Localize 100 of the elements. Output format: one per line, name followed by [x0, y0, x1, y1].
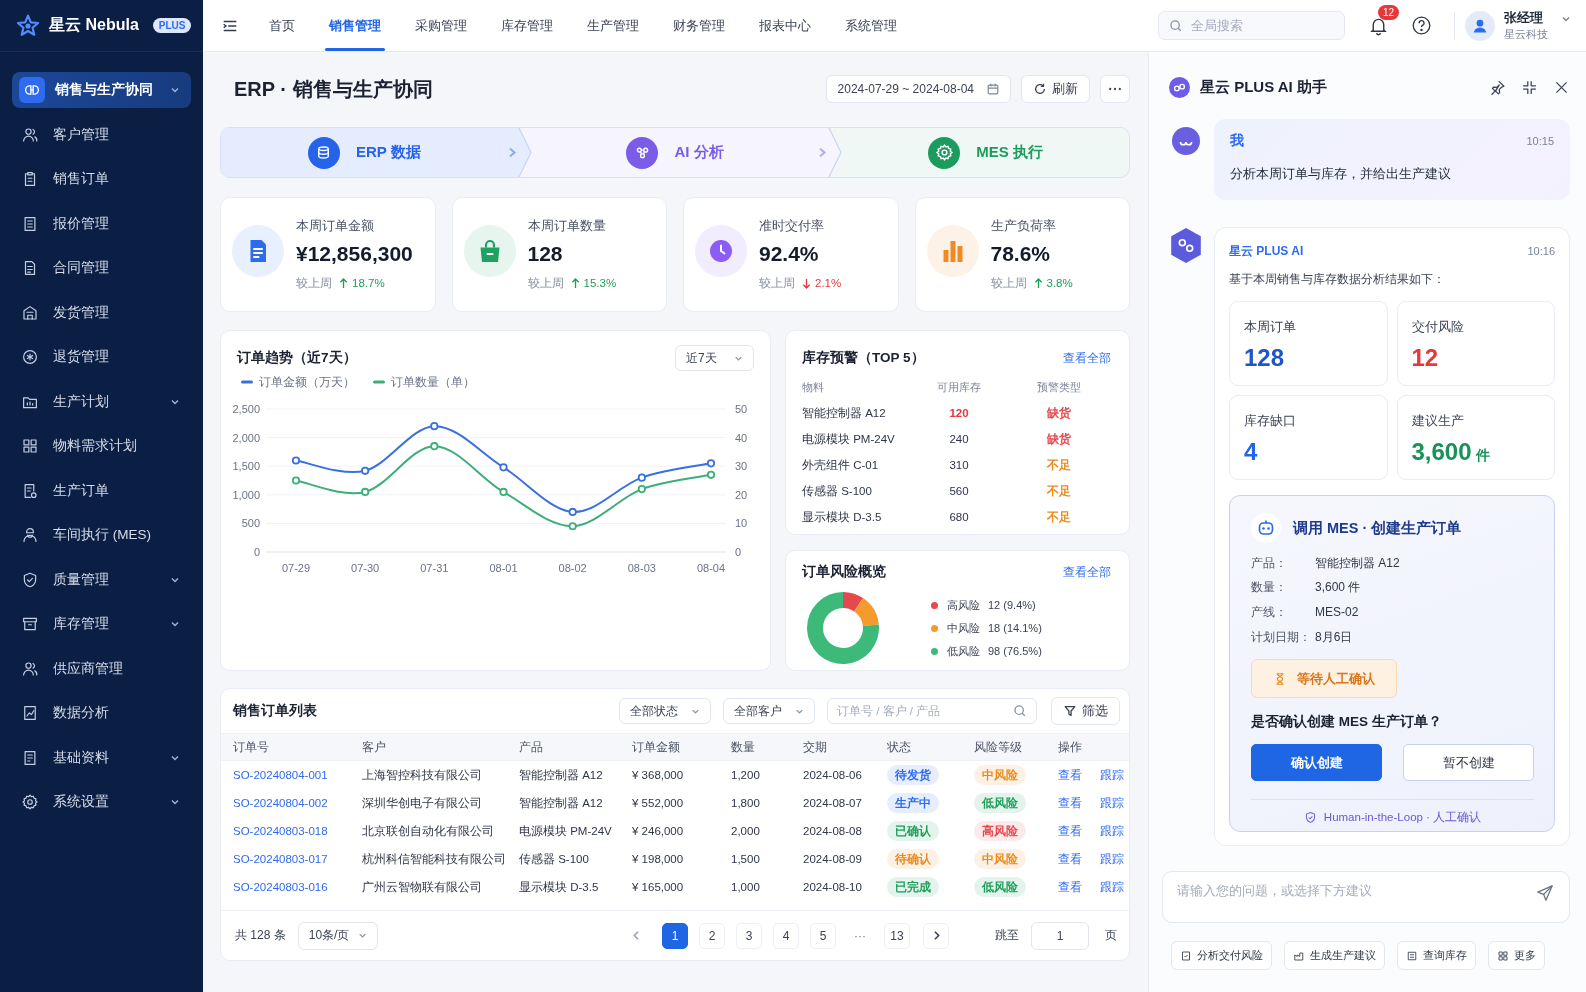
- order-link[interactable]: SO-20240803-016: [233, 881, 362, 893]
- sidebar-item[interactable]: 生产计划: [12, 383, 191, 420]
- sidebar-item[interactable]: 基础资料: [12, 739, 191, 776]
- order-link[interactable]: SO-20240804-002: [233, 797, 362, 809]
- axis-label: 08-03: [627, 562, 656, 574]
- card-title: 订单风险概览: [802, 563, 886, 581]
- stat-label: 本周订单: [1244, 318, 1297, 336]
- nav-tab[interactable]: 财务管理: [656, 0, 742, 51]
- table-cell-text: 2024-08-08: [803, 825, 863, 837]
- table-cell: 240: [949, 433, 969, 445]
- search-field[interactable]: 全局搜索: [1158, 11, 1345, 40]
- column-header: 可用库存: [936, 379, 982, 395]
- view-all-link[interactable]: 查看全部: [1063, 349, 1111, 367]
- action-link[interactable]: 查看: [1058, 879, 1082, 895]
- column-header: 交期: [803, 739, 828, 755]
- sidebar-item[interactable]: 车间执行 (MES): [12, 517, 191, 553]
- data-point: [499, 463, 508, 472]
- nav-tab[interactable]: 首页: [252, 0, 312, 51]
- factory-icon: [1293, 949, 1305, 962]
- sidebar-item[interactable]: 退货管理: [12, 339, 191, 375]
- suggestion-chip[interactable]: 查询库存: [1397, 941, 1476, 970]
- suggestion-chip[interactable]: 分析交付风险: [1171, 941, 1272, 970]
- suggestion-chip[interactable]: 生成生产建议: [1284, 941, 1385, 970]
- sidebar-item[interactable]: 客户管理: [12, 116, 191, 153]
- page-button[interactable]: 13: [884, 922, 910, 949]
- refresh-button[interactable]: 刷新: [1021, 75, 1090, 103]
- axis-label: 08-02: [558, 562, 587, 574]
- filter-button[interactable]: 筛选: [1051, 697, 1120, 725]
- sidebar-item[interactable]: 库存管理: [12, 606, 191, 642]
- chat-input-field[interactable]: 请输入您的问题，或选择下方建议: [1162, 871, 1570, 923]
- view-all-link[interactable]: 查看全部: [1063, 563, 1111, 581]
- sidebar-item[interactable]: 质量管理: [12, 561, 191, 598]
- robot-icon: [1251, 513, 1281, 543]
- list-document-icon: [21, 748, 39, 767]
- sidebar-item[interactable]: 生产订单: [12, 472, 191, 509]
- send-icon[interactable]: [1536, 884, 1554, 902]
- order-link[interactable]: SO-20240803-017: [233, 853, 362, 865]
- table-cell-text: 北京联创自动化有限公司: [362, 823, 495, 839]
- page-button[interactable]: 4: [773, 922, 799, 949]
- confirm-button[interactable]: 确认创建: [1251, 744, 1382, 782]
- page-button[interactable]: 3: [736, 922, 762, 949]
- nav-tab[interactable]: 采购管理: [398, 0, 484, 51]
- action-link[interactable]: 跟踪: [1100, 823, 1124, 839]
- data-point: [291, 476, 301, 485]
- nav-tab[interactable]: 报表中心: [742, 0, 828, 51]
- status-label: 等待人工确认: [1297, 669, 1375, 688]
- decline-button[interactable]: 暂不创建: [1403, 744, 1534, 782]
- help-icon[interactable]: [1411, 15, 1432, 36]
- action-link[interactable]: 查看: [1058, 795, 1082, 811]
- user-name[interactable]: 张经理: [1504, 9, 1548, 27]
- collapse-icon[interactable]: [1521, 78, 1538, 96]
- warning-label: 缺货: [1047, 405, 1071, 420]
- stat-label: 交付风险: [1411, 318, 1465, 336]
- list-icon: [1406, 949, 1418, 962]
- action-link[interactable]: 跟踪: [1100, 851, 1124, 867]
- order-search-field[interactable]: 订单号 / 客户 / 产品: [827, 698, 1037, 724]
- field-label: 数量：: [1251, 579, 1288, 597]
- sidebar-item[interactable]: 系统设置: [12, 784, 191, 820]
- action-title: 调用 MES · 创建生产订单: [1293, 518, 1462, 538]
- filter-select[interactable]: 全部状态: [619, 698, 711, 724]
- sidebar-item[interactable]: 销售订单: [12, 161, 191, 197]
- field-value: 智能控制器 A12: [1315, 554, 1400, 572]
- order-link[interactable]: SO-20240803-018: [233, 825, 362, 837]
- action-link[interactable]: 查看: [1058, 767, 1082, 783]
- action-link[interactable]: 跟踪: [1100, 879, 1124, 895]
- nav-tab[interactable]: 系统管理: [828, 0, 914, 51]
- table-cell-text: 上海智控科技有限公司: [362, 767, 483, 783]
- order-link[interactable]: SO-20240804-001: [233, 769, 362, 781]
- action-link[interactable]: 查看: [1058, 851, 1082, 867]
- comparison-label: 较上周: [527, 275, 564, 291]
- filter-select[interactable]: 全部客户: [723, 698, 815, 724]
- nav-tab[interactable]: 销售管理: [312, 0, 398, 51]
- chart-document-icon: [21, 704, 39, 722]
- action-link[interactable]: 跟踪: [1100, 795, 1124, 811]
- date-range-field[interactable]: 2024-07-29 ~ 2024-08-04: [825, 75, 1011, 103]
- nav-tab[interactable]: 生产管理: [570, 0, 656, 51]
- sidebar-item[interactable]: 合同管理: [12, 250, 191, 286]
- sidebar-item[interactable]: 发货管理: [12, 294, 191, 331]
- notification-count-badge: 12: [1378, 5, 1400, 20]
- sidebar-item[interactable]: 物料需求计划: [12, 428, 191, 464]
- column-header: 数量: [731, 739, 756, 755]
- page-jump-field[interactable]: 1: [1031, 921, 1089, 950]
- sidebar-item[interactable]: 供应商管理: [12, 650, 191, 687]
- action-link[interactable]: 跟踪: [1100, 767, 1124, 783]
- action-link[interactable]: 查看: [1058, 823, 1082, 839]
- data-point: [568, 507, 577, 517]
- suggestion-chip[interactable]: 更多: [1488, 941, 1545, 970]
- sidebar-item[interactable]: 报价管理: [12, 205, 191, 242]
- avatar-icon[interactable]: [1465, 10, 1495, 41]
- page-button[interactable]: 5: [810, 922, 836, 949]
- range-select[interactable]: 近7天: [675, 345, 754, 371]
- nav-tab[interactable]: 库存管理: [484, 0, 570, 51]
- data-point: [430, 422, 439, 431]
- sidebar-item[interactable]: 数据分析: [12, 695, 191, 731]
- sidebar-item[interactable]: 销售与生产协同: [12, 72, 191, 108]
- pin-icon[interactable]: [1489, 78, 1506, 96]
- page-button[interactable]: 2: [699, 922, 725, 949]
- page-button[interactable]: 1: [662, 922, 688, 949]
- page-size-select[interactable]: 10条/页: [297, 921, 378, 950]
- risk-badge: 低风险: [974, 793, 1026, 813]
